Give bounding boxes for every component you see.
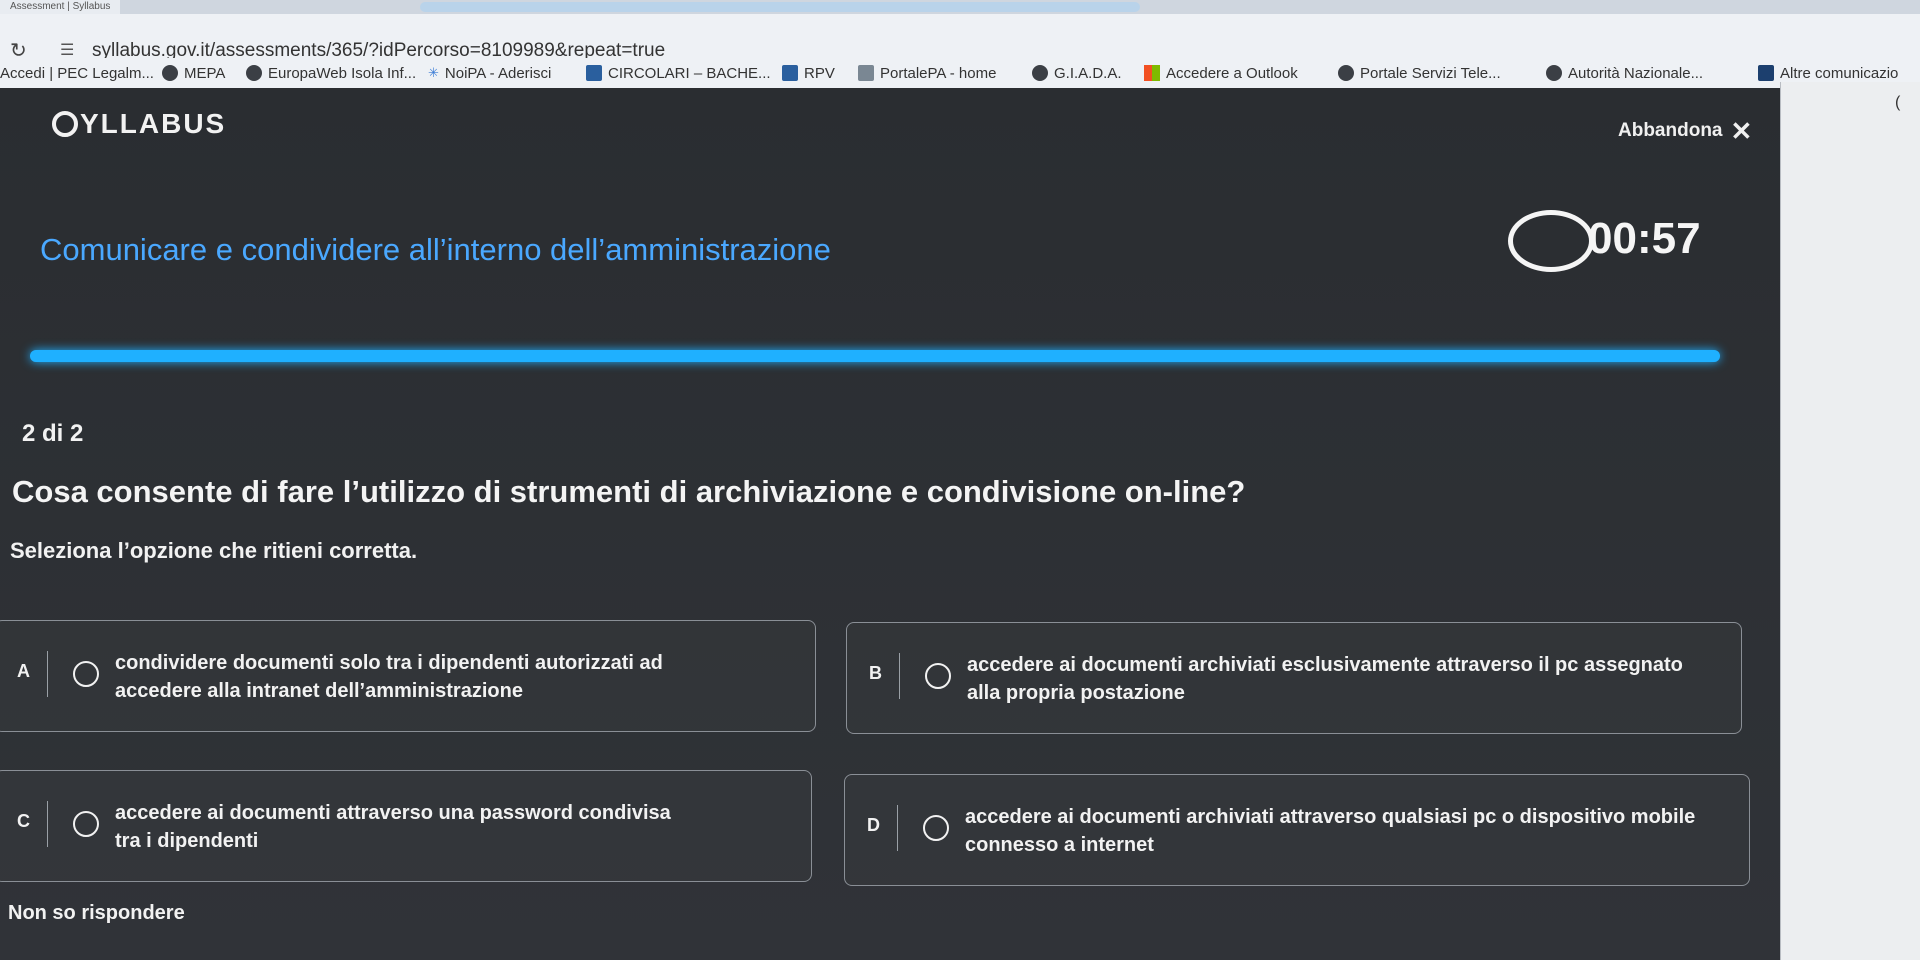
bookmark-label: Portale Servizi Tele... — [1360, 64, 1501, 82]
page-icon — [858, 65, 874, 81]
option-b[interactable]: B accedere ai documenti archiviati esclu… — [846, 622, 1742, 734]
course-title: Comunicare e condividere all’interno del… — [40, 232, 831, 267]
option-text: accedere ai documenti archiviati attrave… — [965, 806, 1696, 856]
globe-icon — [162, 65, 178, 81]
option-divider — [899, 653, 900, 699]
radio-button[interactable] — [73, 661, 99, 687]
bookmark-label: Accedi | PEC Legalm... — [0, 64, 154, 82]
bookmark-label: EuropaWeb Isola Inf... — [268, 64, 417, 82]
progress-fill — [30, 350, 1720, 362]
option-c[interactable]: C accedere ai documenti attraverso una p… — [0, 770, 812, 882]
bookmark-label: PortalePA - home — [880, 64, 997, 82]
left-paren-icon: ( — [1895, 94, 1901, 111]
option-divider — [47, 651, 48, 697]
bookmark-servizi-tele[interactable]: Portale Servizi Tele... — [1338, 62, 1501, 84]
option-d[interactable]: D accedere ai documenti archiviati attra… — [844, 774, 1750, 886]
abandon-button[interactable]: Abbandona ✕ — [1618, 116, 1753, 146]
globe-icon — [1032, 65, 1048, 81]
bookmark-label: Accedere a Outlook — [1166, 64, 1298, 82]
star-icon: ✳ — [428, 65, 439, 80]
option-letter: D — [867, 815, 880, 835]
bookmark-giada[interactable]: G.I.A.D.A. — [1032, 62, 1122, 84]
bookmark-pec[interactable]: Accedi | PEC Legalm... — [0, 62, 154, 84]
bookmark-outlook[interactable]: Accedere a Outlook — [1144, 62, 1298, 84]
tab-strip: Assessment | Syllabus — [0, 0, 1920, 14]
globe-icon — [1546, 65, 1562, 81]
option-letter: C — [17, 811, 30, 831]
bookmark-rpv[interactable]: RPV — [782, 62, 835, 84]
bookmark-label: RPV — [804, 64, 835, 82]
bookmark-autorita[interactable]: Autorità Nazionale... — [1546, 62, 1703, 84]
bookmark-mepa[interactable]: MEPA — [162, 62, 225, 84]
bookmark-portalepa[interactable]: PortalePA - home — [858, 62, 996, 84]
bookmark-circolari[interactable]: CIRCOLARI – BACHE... — [586, 62, 771, 84]
bookmark-label: Altre comunicazio — [1780, 64, 1899, 82]
timer: 00:57 — [1588, 214, 1701, 263]
page-icon — [1758, 65, 1774, 81]
right-frame: ( — [1780, 82, 1920, 960]
skip-link[interactable]: Non so rispondere — [8, 902, 185, 925]
question-counter: 2 di 2 — [22, 420, 84, 447]
tab-strip-accent — [420, 2, 1140, 12]
page-icon — [586, 65, 602, 81]
site-info-icon[interactable]: ☰ — [60, 40, 74, 60]
option-text: accedere ai documenti archiviati esclusi… — [967, 654, 1683, 704]
bookmark-noipa[interactable]: ✳ NoiPA - Aderisci — [428, 62, 551, 84]
option-divider — [897, 805, 898, 851]
bookmark-label: CIRCOLARI – BACHE... — [608, 64, 771, 82]
instruction-text: Seleziona l’opzione che ritieni corretta… — [10, 538, 418, 563]
address-bar: ↻ ☰ syllabus.gov.it/assessments/365/?idP… — [0, 14, 1920, 62]
logo-mark-icon — [52, 111, 78, 137]
abandon-label: Abbandona — [1618, 120, 1723, 141]
bookmark-label: MEPA — [184, 64, 226, 82]
radio-button[interactable] — [923, 815, 949, 841]
option-letter: B — [869, 663, 882, 683]
option-a[interactable]: A condividere documenti solo tra i dipen… — [0, 620, 816, 732]
question-text: Cosa consente di fare l’utilizzo di stru… — [12, 474, 1246, 509]
syllabus-logo: YLLABUS — [52, 108, 226, 140]
option-letter: A — [17, 661, 30, 681]
bookmark-altre[interactable]: Altre comunicazio — [1758, 62, 1898, 84]
windows-icon — [1144, 65, 1160, 81]
option-text: condividere documenti solo tra i dipende… — [115, 652, 663, 702]
bookmark-label: NoiPA - Aderisci — [444, 64, 552, 82]
bookmark-europaweb[interactable]: EuropaWeb Isola Inf... — [246, 62, 416, 84]
browser-tab[interactable]: Assessment | Syllabus — [0, 0, 121, 14]
progress-bar — [30, 350, 1720, 362]
close-icon: ✕ — [1730, 116, 1753, 146]
globe-icon — [1338, 65, 1354, 81]
timer-ring-icon — [1508, 210, 1594, 272]
radio-button[interactable] — [925, 663, 951, 689]
logo-text: YLLABUS — [80, 108, 227, 139]
page-icon — [782, 65, 798, 81]
bookmark-label: Autorità Nazionale... — [1568, 64, 1704, 82]
option-text: accedere ai documenti attraverso una pas… — [115, 802, 671, 852]
radio-button[interactable] — [73, 811, 99, 837]
option-divider — [47, 801, 48, 847]
globe-icon — [246, 65, 262, 81]
bookmark-label: G.I.A.D.A. — [1054, 64, 1122, 82]
